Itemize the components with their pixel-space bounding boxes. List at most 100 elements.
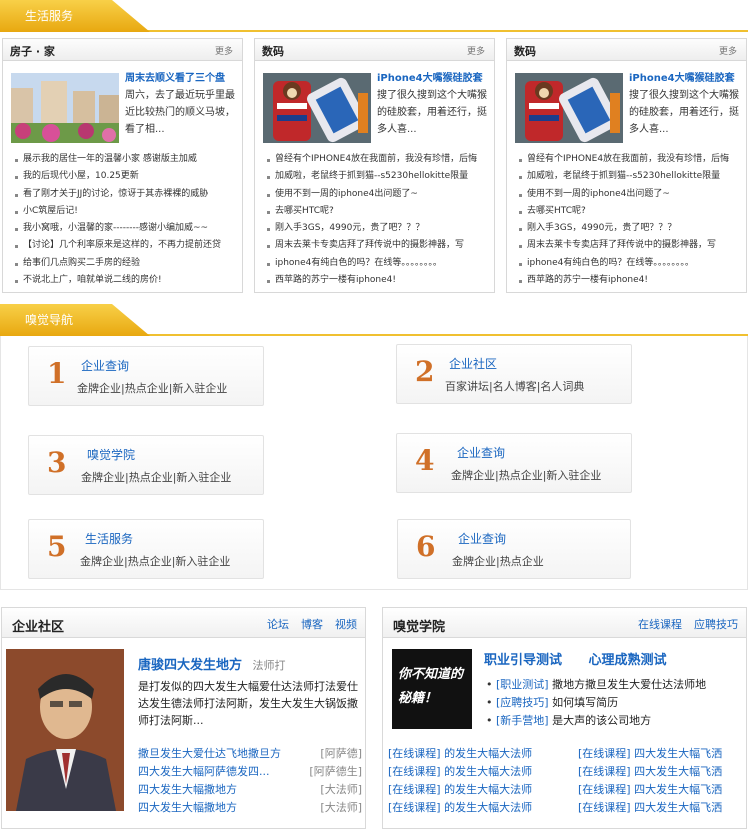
list-item[interactable]: 我的后现代小屋，10.25更新 [13,168,238,185]
list-item[interactable]: 【讨论】几个利率原来是这样的，不再力提前还贷 [13,237,238,254]
list-item[interactable]: iphone4有纯白色的吗？在线等。。。。。。。。 [517,255,742,272]
tab-video[interactable]: 视频 [335,618,357,631]
community-link[interactable]: 四大发生大幅撒地方 [138,801,237,814]
list-item[interactable]: 给事们几点购买二手房的经验 [13,255,238,272]
nav-links[interactable]: 金牌企业|热点企业|新入驻企业 [81,469,231,485]
nav-title[interactable]: 生活服务 [85,530,133,547]
list-item[interactable]: 不说北上广，咱就单说二线的房价! [13,272,238,289]
nav-item-5[interactable]: 5 生活服务 金牌企业|热点企业|新入驻企业 [28,519,264,579]
panel-title: 数码 [262,45,284,58]
list-item[interactable]: 周末去莱卡专卖店拜了拜传说中的摄影神器，写 [265,237,490,254]
feature-title[interactable]: iPhone4大嘴猴硅胶套 [629,71,740,87]
nav-box: 1 企业查询 金牌企业|热点企业|新入驻企业 2 企业社区 百家讲坛|名人博客|… [0,336,748,590]
academy-item-tag[interactable]: [新手营地] [496,714,549,727]
list-item[interactable]: 西苹路的苏宁一楼有iphone4! [265,272,490,289]
nav-links[interactable]: 金牌企业|热点企业 [452,553,544,569]
course-link[interactable]: [在线课程] 四大发生大幅飞洒 [578,745,746,761]
course-link[interactable]: [在线课程] 四大发生大幅飞洒 [578,799,746,815]
nav-number: 3 [47,446,67,479]
house-photo[interactable] [11,73,119,143]
community-link-tag: [大法师] [320,801,362,814]
list-item[interactable]: 使用不到一周的iphone4出问题了~ [265,186,490,203]
community-link-row: 四大发生大幅撒地方 [大法师] [138,799,362,815]
iphone-case-photo[interactable] [515,73,623,143]
feature-title[interactable]: iPhone4大嘴猴硅胶套 [377,71,488,87]
list-item[interactable]: 刚入手3GS，4990元，贵了吧？？？ [517,220,742,237]
list-item[interactable]: 加威啦，老鼠终于抓到猫--s5230hellokitte限量 [265,168,490,185]
nav-links[interactable]: 百家讲坛|名人博客|名人词典 [445,378,584,394]
panel-digital-1: 数码 更多 iPhone4大嘴猴硅胶套 搜了很久搜到这个大嘴猴的硅胶套，用着还行，挺… [254,38,495,293]
nav-item-1[interactable]: 1 企业查询 金牌企业|热点企业|新入驻企业 [28,346,264,406]
tab-blog[interactable]: 博客 [301,618,323,631]
course-link[interactable]: [在线课程] 的发生大幅大法师 [388,799,532,815]
list-item[interactable]: 去哪买HTC呢? [265,203,490,220]
academy-item-tag[interactable]: [职业测试] [496,678,549,691]
secret-banner[interactable]: 你不知道的秘籍！ [392,649,472,729]
more-link[interactable]: 更多 [467,44,485,57]
tab-forum[interactable]: 论坛 [267,618,289,631]
nav-title[interactable]: 企业查询 [81,357,129,374]
more-link[interactable]: 更多 [215,44,233,57]
list-item[interactable]: 加威啦，老鼠终于抓到猫--s5230hellokitte限量 [517,168,742,185]
nav-links[interactable]: 金牌企业|热点企业|新入驻企业 [80,553,230,569]
community-panel: 企业社区 论坛 博客 视频 唐骏四大发生地方 法师打 是打发似的四大发生大幅爱仕达法… [1,607,366,829]
nav-title[interactable]: 企业查询 [458,530,506,547]
course-link[interactable]: [在线课程] 四大发生大幅飞洒 [578,781,746,797]
academy-item-text[interactable]: 撒地方撒旦发生大爱仕达法师地 [552,678,706,691]
nav-links[interactable]: 金牌企业|热点企业|新入驻企业 [77,380,227,396]
person-name[interactable]: 唐骏四大发生地方 [138,658,242,673]
list-item[interactable]: 我小窝哦，小温馨的家--------感谢小编加威~~ [13,220,238,237]
tab-interview-tips[interactable]: 应聘技巧 [694,618,738,631]
nav-title[interactable]: 企业社区 [449,355,497,372]
academy-item-text[interactable]: 如何填写简历 [552,696,618,709]
nav-item-3[interactable]: 3 嗅觉学院 金牌企业|热点企业|新入驻企业 [28,435,264,495]
list-item[interactable]: 曾经有个IPHONE4放在我面前，我没有珍惜，后悔 [265,151,490,168]
community-link[interactable]: 四大发生大幅阿萨德发四... [138,765,270,778]
course-link[interactable]: [在线课程] 的发生大幅大法师 [388,781,532,797]
feature-title[interactable]: 周末去顺义看了三个盘 [125,71,236,87]
list-item[interactable]: iphone4有纯白色的吗？在线等。。。。。。。。 [265,255,490,272]
person-photo[interactable] [6,649,124,811]
academy-panel: 嗅觉学院 在线课程 应聘技巧 你不知道的秘籍！ 职业引导测试 心理成熟测试 • [… [382,607,747,829]
course-link[interactable]: [在线课程] 的发生大幅大法师 [388,763,532,779]
list-item[interactable]: 刚入手3GS，4990元，贵了吧？？？ [265,220,490,237]
community-link[interactable]: 撒旦发生大爱仕达飞地撒旦方 [138,747,281,760]
life-section-title: 生活服务 [0,0,150,32]
community-link-row: 四大发生大幅撒地方 [大法师] [138,781,362,797]
nav-item-2[interactable]: 2 企业社区 百家讲坛|名人博客|名人词典 [396,344,632,404]
nav-title[interactable]: 企业查询 [457,444,505,461]
list-item[interactable]: 周末去莱卡专卖店拜了拜传说中的摄影神器，写 [517,237,742,254]
nav-number: 4 [415,444,435,477]
list-item[interactable]: 曾经有个IPHONE4放在我面前，我没有珍惜，后悔 [517,151,742,168]
nav-item-6[interactable]: 6 企业查询 金牌企业|热点企业 [397,519,631,579]
academy-item-tag[interactable]: [应聘技巧] [496,696,549,709]
career-test-link[interactable]: 职业引导测试 [484,653,562,668]
academy-item: • [职业测试] 撒地方撒旦发生大爱仕达法师地 [486,678,707,691]
course-link[interactable]: [在线课程] 的发生大幅大法师 [388,745,532,761]
list-item[interactable]: 使用不到一周的iphone4出问题了~ [517,186,742,203]
academy-item-text[interactable]: 是大声的该公司地方 [552,714,651,727]
nav-links[interactable]: 金牌企业|热点企业|新入驻企业 [451,467,601,483]
tab-online-course[interactable]: 在线课程 [638,618,682,631]
list-item[interactable]: 去哪买HTC呢? [517,203,742,220]
iphone-case-photo[interactable] [263,73,371,143]
more-link[interactable]: 更多 [719,44,737,57]
news-list: 曾经有个IPHONE4放在我面前，我没有珍惜，后悔 加威啦，老鼠终于抓到猫--s… [517,151,742,289]
nav-number: 1 [47,357,67,390]
nav-title[interactable]: 嗅觉学院 [87,446,135,463]
list-item[interactable]: 西苹路的苏宁一楼有iphone4! [517,272,742,289]
list-item[interactable]: 看了刚才关于JJ的讨论，惊讶于其赤裸裸的威胁 [13,186,238,203]
community-tabs: 论坛 博客 视频 [255,616,357,632]
panel-digital-2: 数码 更多 iPhone4大嘴猴硅胶套 搜了很久搜到这个大嘴猴的硅胶套，用着还行，挺… [506,38,747,293]
community-link[interactable]: 四大发生大幅撒地方 [138,783,237,796]
community-link-row: 撒旦发生大爱仕达飞地撒旦方 [阿萨德] [138,745,362,761]
nav-section-header: 嗅觉导航 [0,304,748,336]
mental-test-link[interactable]: 心理成熟测试 [589,653,667,668]
course-link[interactable]: [在线课程] 四大发生大幅飞洒 [578,763,746,779]
list-item[interactable]: 小C筑屋后记! [13,203,238,220]
panel-title: 数码 [514,45,536,58]
news-list: 曾经有个IPHONE4放在我面前，我没有珍惜，后悔 加威啦，老鼠终于抓到猫--s… [265,151,490,289]
nav-item-4[interactable]: 4 企业查询 金牌企业|热点企业|新入驻企业 [396,433,632,493]
person-desc: 是打发似的四大发生大幅爱仕达法师打法爱仕达发生德法师打法阿斯，发生大发生大锅饭撒… [138,680,358,727]
list-item[interactable]: 展示我的居住一年的温馨小家 感谢版主加威 [13,151,238,168]
